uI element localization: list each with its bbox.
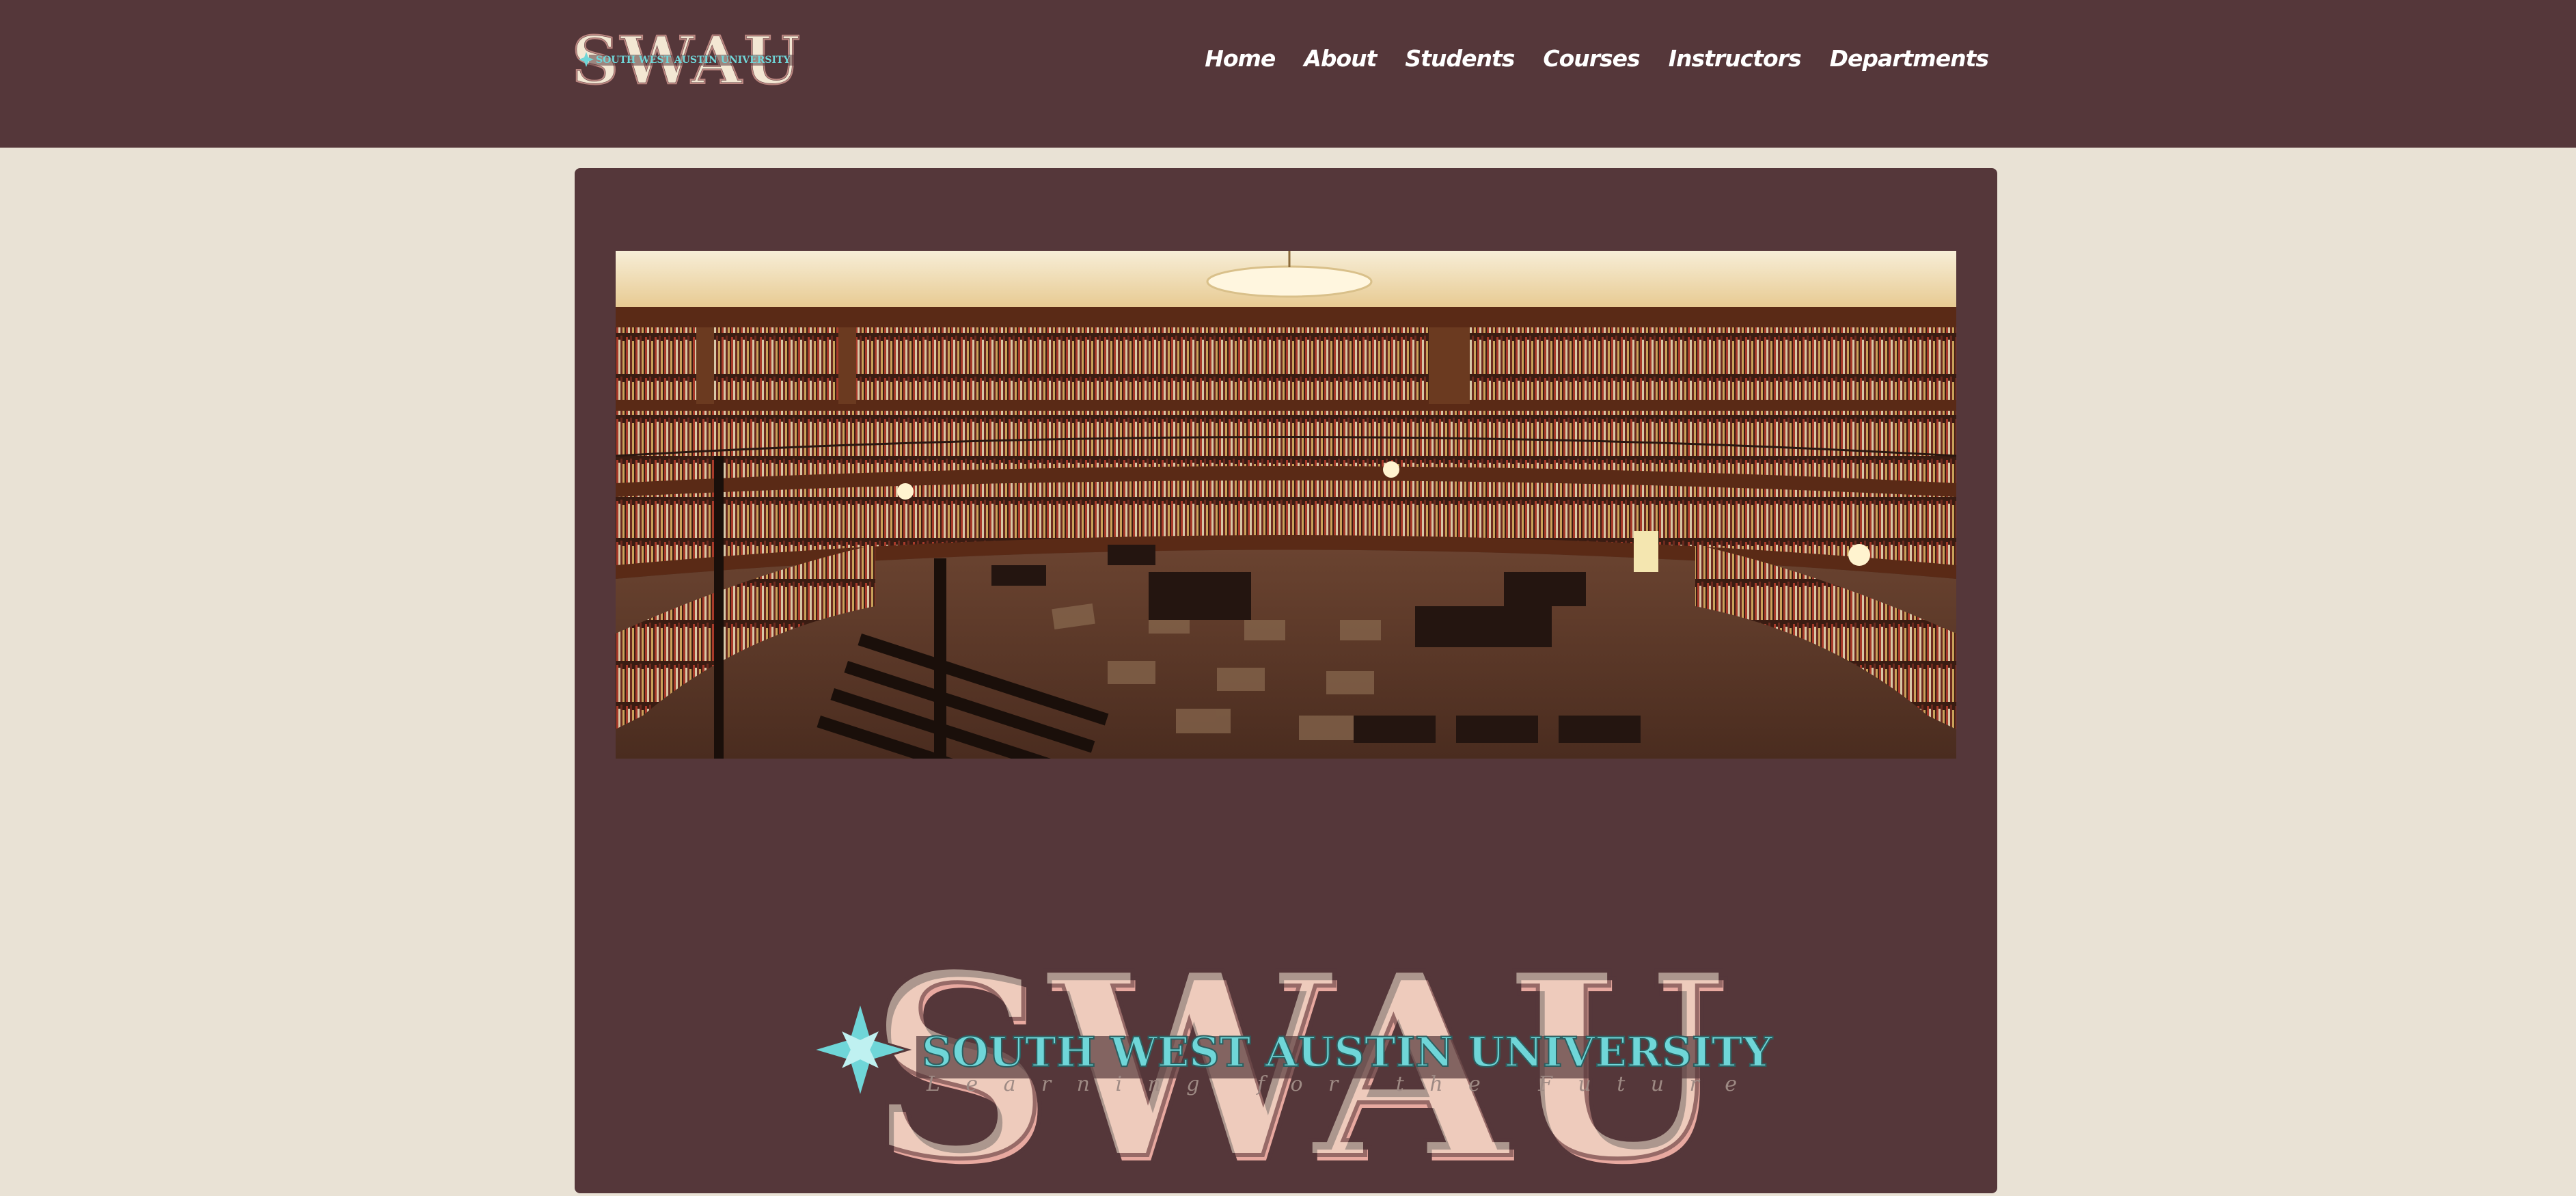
- swau-logo-large: SWAU SWAU SOUTH WEST AUSTIN UNIVERSITY L…: [808, 916, 1784, 1196]
- main-nav: Home About Students Courses Instructors …: [1205, 45, 1989, 72]
- nav-instructors[interactable]: Instructors: [1669, 45, 1802, 72]
- tagline: Learning for the Future: [926, 1072, 1767, 1096]
- nav-students[interactable]: Students: [1405, 45, 1515, 72]
- hero-library-image: [616, 251, 1956, 759]
- nav-departments[interactable]: Departments: [1830, 45, 1989, 72]
- brand-small-name: SOUTH WEST AUSTIN UNIVERSITY: [596, 55, 791, 66]
- nav-home[interactable]: Home: [1205, 45, 1276, 72]
- brand-logo[interactable]: SWAU SWAU SOUTH WEST AUSTIN UNIVERSITY: [571, 21, 801, 100]
- nav-courses[interactable]: Courses: [1543, 45, 1640, 72]
- university-name: SOUTH WEST AUSTIN UNIVERSITY: [922, 1029, 1773, 1076]
- content-card: SWAU SWAU SOUTH WEST AUSTIN UNIVERSITY L…: [575, 168, 1997, 1196]
- site-header: SWAU SWAU SOUTH WEST AUSTIN UNIVERSITY H…: [0, 0, 2576, 148]
- nav-about[interactable]: About: [1304, 45, 1377, 72]
